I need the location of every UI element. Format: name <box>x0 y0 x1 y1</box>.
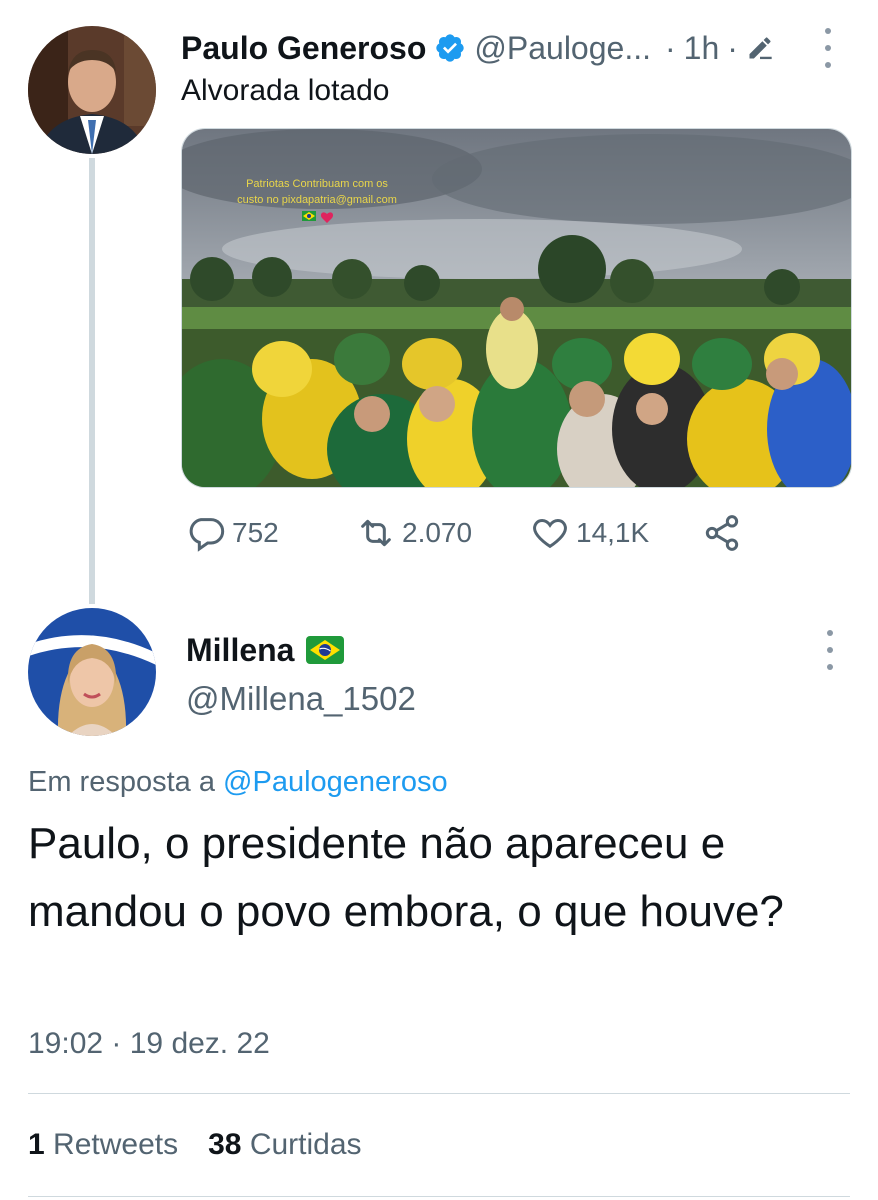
like-action[interactable]: 14,1K <box>530 513 649 553</box>
reply-count: 752 <box>232 517 279 548</box>
edit-pencil-icon[interactable] <box>746 34 774 62</box>
parent-handle[interactable]: @Pauloge... <box>474 30 651 67</box>
reply-timestamp[interactable]: 19:02 · 19 dez. 22 <box>28 1027 270 1061</box>
reply-author-name[interactable]: Millena <box>186 632 294 669</box>
parent-time[interactable]: 1h <box>684 30 720 67</box>
likes-count: 38 <box>208 1128 242 1161</box>
divider <box>28 1093 850 1094</box>
divider <box>28 1196 850 1197</box>
reply-icon <box>189 518 225 552</box>
reply-tweet-text: Paulo, o presidente não apareceu e mando… <box>28 819 784 936</box>
media-overlay-flag-icon <box>302 211 316 221</box>
separator-dot: · <box>664 29 676 66</box>
reply-author-row: Millena <box>186 628 345 672</box>
retweets-stat[interactable]: 1 Retweets <box>28 1128 178 1162</box>
brazil-flag-icon <box>306 636 345 664</box>
millena-avatar[interactable] <box>28 608 156 736</box>
reply-prefix: Em resposta a <box>28 766 215 798</box>
retweets-label: Retweets <box>53 1128 179 1161</box>
retweet-count: 2.070 <box>402 517 473 548</box>
share-icon <box>705 515 739 551</box>
separator-dot: · <box>727 29 738 66</box>
media-overlay-text-line1: Patriotas Contribuam com os <box>246 178 388 190</box>
reply-more-options-icon[interactable] <box>820 630 840 670</box>
heart-icon <box>533 518 567 549</box>
parent-author-name[interactable]: Paulo Generoso <box>181 30 426 67</box>
parent-tweet-text: Alvorada lotado <box>181 74 390 107</box>
reply-to-handle-link[interactable]: @Paulogeneroso <box>223 766 448 798</box>
reply-handle[interactable]: @Millena_1502 <box>186 680 416 718</box>
media-overlay-text-line2: custo no pixdapatria@gmail.com <box>237 194 397 206</box>
parent-tweet-header: Paulo Generoso @Pauloge... · 1h · <box>181 26 774 70</box>
in-reply-to-line: Em resposta a @Paulogeneroso <box>28 766 448 799</box>
retweets-count: 1 <box>28 1128 45 1161</box>
likes-stat[interactable]: 38 Curtidas <box>208 1128 361 1162</box>
thread-connector-line <box>89 158 95 604</box>
retweet-icon <box>361 519 391 547</box>
retweet-action[interactable]: 2.070 <box>356 513 472 553</box>
likes-label: Curtidas <box>249 1128 362 1161</box>
reply-action[interactable]: 752 <box>186 513 279 553</box>
share-action[interactable] <box>702 513 742 553</box>
parent-tweet-media[interactable]: Patriotas Contribuam com os custo no pix… <box>181 128 852 488</box>
verified-badge-icon <box>434 32 466 64</box>
paulo-avatar[interactable] <box>28 26 156 154</box>
like-count: 14,1K <box>576 517 650 548</box>
parent-more-options-icon[interactable] <box>818 28 838 68</box>
engagement-stats: 1 Retweets 38 Curtidas <box>28 1128 362 1162</box>
